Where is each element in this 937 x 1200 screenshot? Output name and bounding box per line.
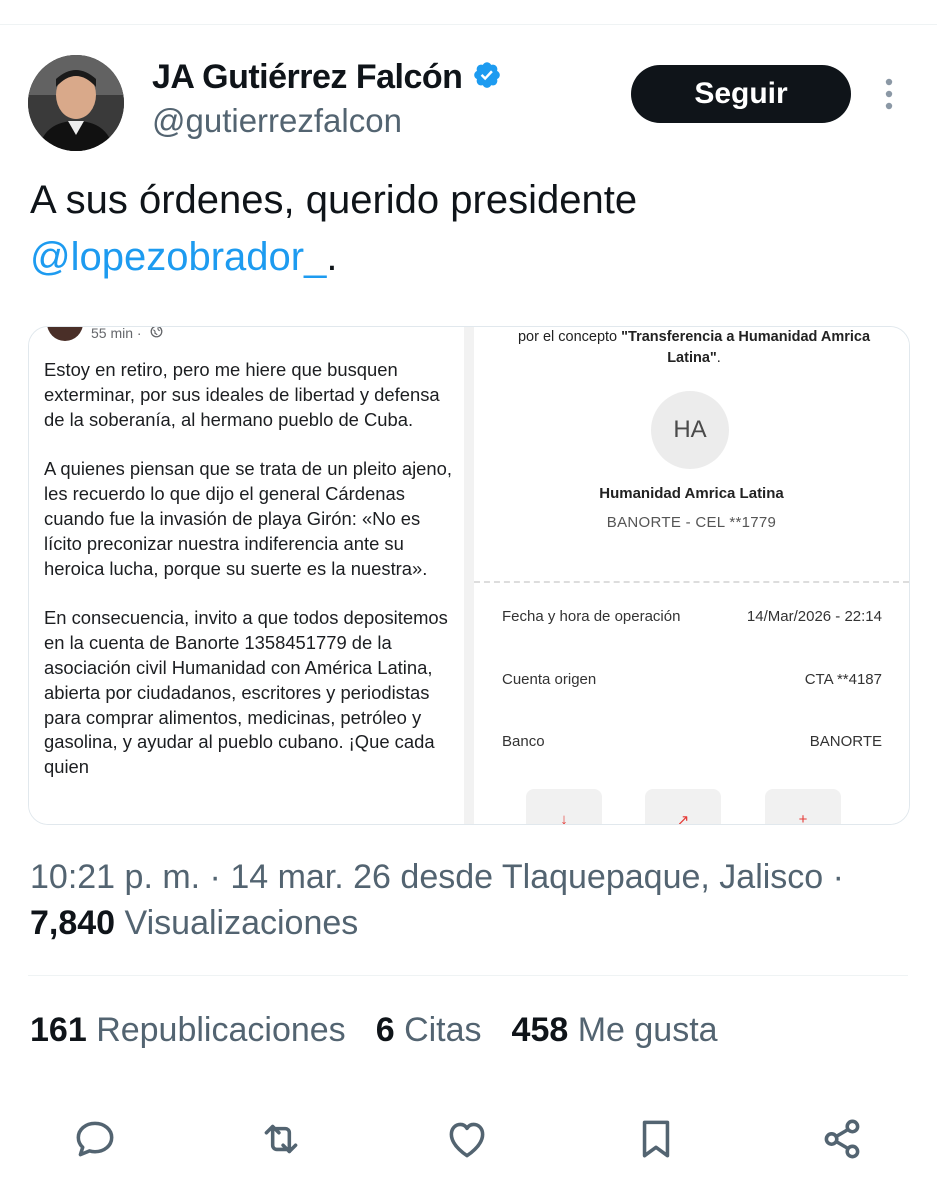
globe-icon	[150, 327, 163, 341]
views-count: 7,840	[30, 904, 116, 942]
receipt-action-more: +	[765, 789, 841, 824]
reply-icon[interactable]	[70, 1114, 120, 1164]
row-label: Cuenta origen	[502, 671, 597, 688]
post-time: 55 min ·	[91, 327, 142, 341]
concept-value: "Transferencia a Humanidad Amrica Latina…	[621, 329, 871, 366]
avatar[interactable]	[28, 55, 124, 151]
views: 7,840 Visualizaciones	[30, 904, 358, 943]
share-icon[interactable]	[817, 1114, 867, 1164]
repost-icon[interactable]	[256, 1114, 306, 1164]
reposts-stat[interactable]: 161 Republicaciones	[30, 1011, 346, 1050]
likes-label: Me gusta	[577, 1011, 718, 1049]
receipt-action-download: ↓	[526, 789, 602, 824]
row-value: CTA **4187	[804, 671, 882, 688]
receipt-action-share: ↗	[645, 789, 721, 824]
media-grid: 55 min · Estoy en retiro, pero me hiere …	[28, 326, 910, 825]
row-label: Banco	[502, 733, 545, 750]
quotes-label: Citas	[404, 1011, 482, 1049]
reposts-count: 161	[30, 1011, 87, 1049]
tweet-text: A sus órdenes, querido presidente @lopez…	[30, 172, 910, 286]
post-paragraph: A quienes piensan que se trata de un ple…	[44, 458, 452, 579]
author-name[interactable]: JA Gutiérrez Falcón	[152, 58, 463, 97]
concept-suffix: .	[716, 350, 721, 366]
tweet-text-body: A sus órdenes, querido presidente	[30, 178, 638, 222]
post-paragraph: Estoy en retiro, pero me hiere que busqu…	[44, 359, 440, 430]
transfer-concept: por el concepto "Transferencia a Humanid…	[494, 327, 894, 369]
verified-icon	[472, 60, 502, 95]
action-bar	[0, 1114, 937, 1164]
author-handle[interactable]: @gutierrezfalcon	[152, 102, 402, 140]
stats-divider	[28, 975, 908, 976]
reposts-label: Republicaciones	[96, 1011, 346, 1049]
post-meta: 55 min ·	[47, 327, 163, 341]
row-value: BANORTE	[809, 733, 882, 750]
receipt-row-origin: Cuenta origen CTA **4187	[502, 671, 882, 688]
row-value: 14/Mar/2026 - 22:14	[746, 608, 882, 625]
post-avatar	[47, 327, 83, 341]
follow-button[interactable]: Seguir	[631, 65, 851, 123]
more-icon[interactable]	[876, 76, 902, 112]
receipt-row-date: Fecha y hora de operación 14/Mar/2026 - …	[502, 608, 882, 625]
engagement-stats: 161 Republicaciones 6 Citas 458 Me gusta	[30, 1011, 718, 1050]
receipt-divider	[474, 581, 909, 583]
likes-stat[interactable]: 458 Me gusta	[512, 1011, 718, 1050]
media-image-facebook-post[interactable]: 55 min · Estoy en retiro, pero me hiere …	[29, 327, 464, 824]
media-image-bank-receipt[interactable]: por el concepto "Transferencia a Humanid…	[474, 327, 909, 824]
recipient-initials: HA	[651, 391, 729, 469]
recipient-account: BANORTE - CEL **1779	[606, 514, 777, 531]
views-label: Visualizaciones	[124, 904, 359, 942]
bookmark-icon[interactable]	[631, 1114, 681, 1164]
post-body: Estoy en retiro, pero me hiere que busqu…	[44, 358, 459, 805]
tweet-text-end: .	[326, 235, 338, 279]
tweet-timestamp[interactable]: 10:21 p. m. · 14 mar. 26 desde Tlaquepaq…	[30, 858, 844, 897]
mention-link[interactable]: @lopezobrador_	[30, 235, 326, 279]
concept-prefix: por el concepto	[517, 329, 622, 345]
top-divider	[0, 24, 937, 25]
likes-count: 458	[511, 1011, 569, 1049]
receipt-row-bank: Banco BANORTE	[502, 733, 882, 750]
like-icon[interactable]	[442, 1114, 492, 1164]
media-gap	[464, 327, 474, 824]
quotes-stat[interactable]: 6 Citas	[376, 1011, 482, 1050]
row-label: Fecha y hora de operación	[502, 608, 681, 625]
author-name-row: JA Gutiérrez Falcón	[152, 58, 502, 97]
recipient-name: Humanidad Amrica Latina	[599, 485, 784, 502]
quotes-count: 6	[375, 1011, 395, 1049]
post-paragraph: En consecuencia, invito a que todos depo…	[44, 607, 448, 778]
